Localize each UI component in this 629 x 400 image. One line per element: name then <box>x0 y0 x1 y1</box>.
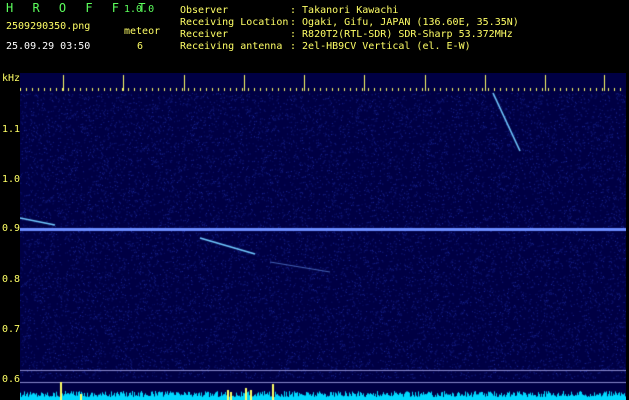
antenna-value: : 2el-HB9CV Vertical (el. E-W) <box>290 41 471 52</box>
antenna-label: Receiving antenna <box>180 41 283 52</box>
y-axis-unit: kHz <box>2 73 21 84</box>
meteor-count: 6 <box>137 41 144 52</box>
y-tick-label: 0.9 <box>1 223 20 234</box>
location-value: : Ogaki, Gifu, JAPAN (136.60E, 35.35N) <box>290 17 519 28</box>
y-tick-label: 0.6 <box>1 374 20 385</box>
receiver-label: Receiver <box>180 29 229 40</box>
observer-label: Observer <box>180 5 229 16</box>
datetime: 25.09.29 03:50 <box>6 41 91 52</box>
y-tick-label: 0.8 <box>1 274 20 285</box>
observer-value: : Takanori Kawachi <box>290 5 399 16</box>
spectrogram <box>20 73 626 400</box>
filename: 2509290350.png <box>6 21 91 32</box>
location-label: Receiving Location <box>180 17 289 28</box>
y-tick-label: 0.7 <box>1 324 20 335</box>
meteor-label: meteor <box>124 26 161 37</box>
y-tick-label: 1.1 <box>1 124 20 135</box>
app-version: 1.0.0 <box>124 4 155 15</box>
y-tick-label: 1.0 <box>1 174 20 185</box>
receiver-value: : R820T2(RTL-SDR) SDR-Sharp 53.372MHz <box>290 29 513 40</box>
header-panel: H R O F F T 1.0.0 2509290350.png meteor … <box>0 0 629 73</box>
